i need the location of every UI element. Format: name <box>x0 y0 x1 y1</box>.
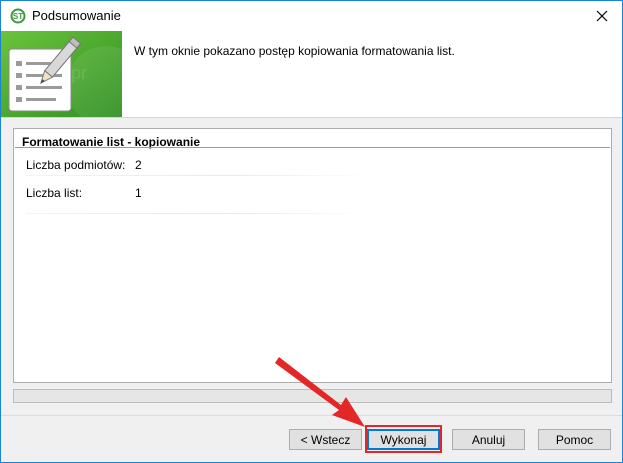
close-icon <box>596 10 608 22</box>
header-banner-image: pr <box>1 31 122 117</box>
subjects-count-value: 2 <box>135 158 142 172</box>
row-divider <box>26 213 369 214</box>
title-bar[interactable]: ST Podsumowanie <box>1 1 622 31</box>
panel-title-divider <box>15 147 610 148</box>
pointer-arrow-icon <box>275 357 365 427</box>
dialog-window: ST Podsumowanie pr W tym oknie pokazano … <box>0 0 623 463</box>
subjects-count-label: Liczba podmiotów: <box>26 158 126 172</box>
window-title: Podsumowanie <box>32 8 121 23</box>
summary-panel: Formatowanie list - kopiowanie Liczba po… <box>13 128 612 383</box>
wizard-header: pr W tym oknie pokazano postęp kopiowani… <box>1 31 622 118</box>
header-description: W tym oknie pokazano postęp kopiowania f… <box>134 44 455 58</box>
lists-count-value: 1 <box>135 186 142 200</box>
close-button[interactable] <box>582 1 622 31</box>
row-divider <box>26 175 369 176</box>
cancel-button[interactable]: Anuluj <box>452 429 525 450</box>
lists-count-label: Liczba list: <box>26 186 83 200</box>
watermark-text: pr <box>71 63 87 83</box>
app-icon: ST <box>10 8 26 24</box>
help-button[interactable]: Pomoc <box>538 429 611 450</box>
svg-text:ST: ST <box>13 12 23 21</box>
